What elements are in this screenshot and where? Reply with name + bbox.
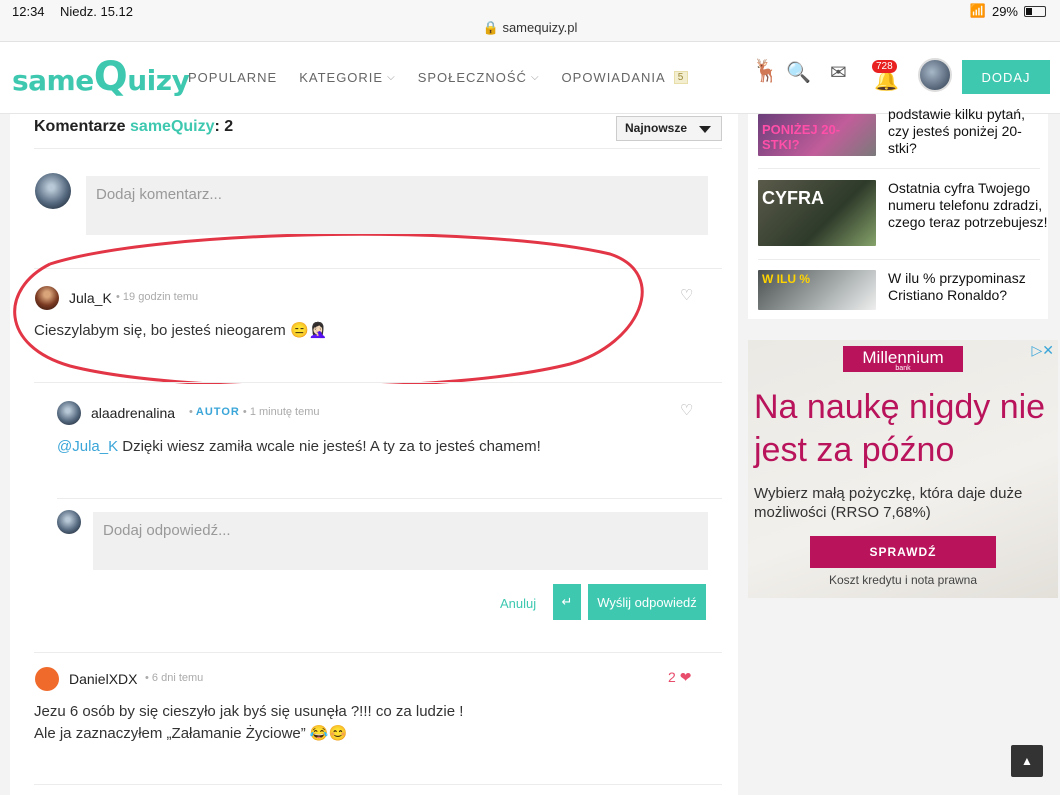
alaadrenalina-avatar[interactable]: [57, 401, 81, 425]
wifi-icon: 📶: [969, 3, 986, 18]
divider: [34, 784, 722, 785]
nav-popularne[interactable]: POPULARNE: [188, 70, 277, 85]
ad-footer-link[interactable]: Koszt kredytu i nota prawna: [748, 573, 1058, 587]
comments-title: Komentarze sameQuizy: 2: [34, 118, 233, 136]
ad-banner[interactable]: Millennium bank ▷✕ Na naukę nigdy nie jes…: [748, 340, 1058, 598]
ad-brand-logo: Millennium bank: [843, 346, 963, 372]
status-right: 📶 29%: [970, 3, 1046, 19]
like-count-value: 2: [668, 669, 676, 685]
quiz-title[interactable]: W ilu % przypominasz Cristiano Ronaldo?: [888, 270, 1048, 304]
comment-text-body: Dzięki wiesz zamiła wcale nie jesteś! A …: [118, 438, 541, 455]
main-nav: POPULARNE KATEGORIE ⌵ SPOŁECZNOŚĆ ⌵ OPOWIA…: [188, 70, 689, 85]
chevron-down-icon: ⌵: [530, 72, 540, 83]
caret-down-icon: [699, 126, 711, 133]
quiz-thumbnail[interactable]: PONIŻEJ 20-STKI?: [758, 114, 876, 156]
site-logo[interactable]: sameQuizy: [12, 54, 190, 100]
sort-dropdown[interactable]: Najnowsze: [616, 116, 722, 141]
sidebar-quiz-list: PONIŻEJ 20-STKI? podstawie kilku pytań, …: [748, 106, 1048, 319]
enter-button[interactable]: ↵: [553, 584, 581, 620]
daniel-avatar[interactable]: [35, 667, 59, 691]
comment-time: • 6 dni temu: [145, 672, 204, 684]
author-badge: AUTOR: [195, 406, 240, 418]
ad-headline: Na naukę nigdy nie jest za późno: [754, 388, 1046, 469]
address-bar[interactable]: 🔒 samequizy.pl: [0, 20, 1060, 36]
ad-close-icon[interactable]: ▷✕: [1032, 342, 1055, 359]
jula-avatar[interactable]: [35, 286, 59, 310]
status-bar: 12:34 Niedz. 15.12 🔒 samequizy.pl 📶 29%: [0, 0, 1060, 42]
comments-count: : 2: [214, 118, 234, 135]
mail-icon[interactable]: ✉: [830, 60, 847, 85]
nav-label: SPOŁECZNOŚĆ: [417, 70, 527, 85]
url-text: samequizy.pl: [502, 20, 578, 35]
divider: [758, 259, 1040, 260]
chevron-up-icon: ▲: [1021, 754, 1033, 768]
mention-link[interactable]: @Jula_K: [57, 438, 118, 455]
comment-author[interactable]: alaadrenalina: [91, 405, 175, 421]
nav-kategorie[interactable]: KATEGORIE ⌵: [299, 70, 395, 85]
like-count[interactable]: 2 ❤: [668, 669, 691, 686]
cancel-button[interactable]: Anuluj: [500, 596, 536, 611]
nav-spolecznosc[interactable]: SPOŁECZNOŚĆ ⌵: [418, 70, 540, 85]
quiz-thumbnail[interactable]: CYFRA: [758, 180, 876, 246]
quiz-title[interactable]: Ostatnia cyfra Twojego numeru telefonu z…: [888, 180, 1048, 231]
comments-section: Komentarze sameQuizy: 2 Najnowsze Dodaj …: [10, 114, 738, 795]
heart-filled-icon: ❤: [679, 669, 692, 685]
add-button[interactable]: DODAJ: [962, 60, 1050, 94]
chevron-down-icon: ⌵: [387, 72, 396, 83]
comment-line: Ale ja zaznaczyłem „Załamanie Życiowe” 😂…: [34, 725, 348, 742]
site-header: sameQuizy POPULARNE KATEGORIE ⌵ SPOŁECZNO…: [0, 42, 1060, 114]
ad-brand-sub: bank: [895, 365, 911, 372]
comment-time: • 19 godzin temu: [116, 291, 199, 303]
battery-percent: 29%: [991, 3, 1018, 19]
search-icon[interactable]: 🔍: [786, 60, 811, 85]
ad-cta-button[interactable]: SPRAWDŹ: [810, 536, 996, 568]
send-reply-button[interactable]: Wyślij odpowiedź: [588, 584, 706, 620]
comments-title-brand: sameQuizy: [130, 118, 215, 135]
heart-icon[interactable]: ♡: [680, 286, 693, 304]
comment-text: Cieszylabym się, bo jesteś nieogarem 😑🤦🏻…: [34, 322, 328, 339]
comment-text: Jezu 6 osób by się cieszyło jak byś się …: [34, 701, 463, 745]
scroll-top-button[interactable]: ▲: [1011, 745, 1043, 777]
red-ellipse-annotation: [13, 234, 644, 384]
comment-text: @Jula_K Dzięki wiesz zamiła wcale nie je…: [57, 436, 541, 458]
status-time: 12:34: [12, 4, 45, 19]
comment-line: Jezu 6 osób by się cieszyło jak byś się …: [34, 703, 464, 720]
divider: [34, 148, 722, 149]
battery-icon: [1024, 5, 1046, 17]
comment-time-text: 1 minutę temu: [249, 406, 320, 418]
divider: [57, 498, 722, 499]
notification-count: 728: [872, 60, 897, 73]
comments-title-prefix: Komentarze: [34, 118, 126, 135]
comment-time-text: 19 godzin temu: [122, 291, 199, 303]
nav-label: OPOWIADANIA: [561, 70, 666, 85]
comment-author[interactable]: Jula_K: [69, 290, 112, 306]
nav-opowiadania[interactable]: OPOWIADANIA 5: [562, 70, 689, 85]
user-avatar[interactable]: [918, 58, 952, 92]
comment-time-text: 6 dni temu: [151, 672, 204, 684]
nav-badge: 5: [673, 71, 689, 84]
divider: [34, 382, 722, 383]
nav-label: KATEGORIE: [299, 70, 384, 85]
status-date: Niedz. 15.12: [60, 4, 133, 19]
heart-icon[interactable]: ♡: [680, 401, 693, 419]
nav-label: POPULARNE: [188, 70, 278, 85]
quiz-title[interactable]: podstawie kilku pytań, czy jesteś poniże…: [888, 106, 1048, 157]
sort-value: Najnowsze: [625, 121, 688, 135]
comment-role: • AUTOR • 1 minutę temu: [189, 406, 320, 418]
comment-author[interactable]: DanielXDX: [69, 671, 137, 687]
reindeer-icon[interactable]: 🦌: [752, 58, 779, 84]
quiz-thumbnail[interactable]: W ILU %: [758, 270, 876, 310]
reply-input[interactable]: Dodaj odpowiedź...: [93, 512, 708, 570]
divider: [34, 268, 722, 269]
divider: [758, 168, 1040, 169]
current-user-avatar: [57, 510, 81, 534]
ad-subtext: Wybierz małą pożyczkę, która daje duże m…: [754, 485, 1023, 521]
current-user-avatar: [35, 173, 71, 209]
divider: [34, 652, 722, 653]
comment-input[interactable]: Dodaj komentarz...: [86, 176, 708, 235]
